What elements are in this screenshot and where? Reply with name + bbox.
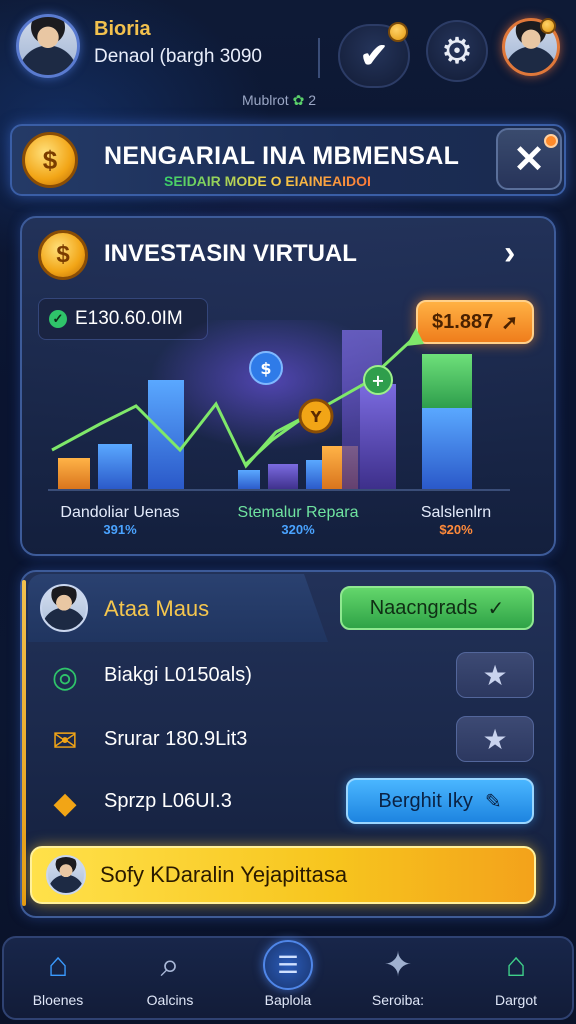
- investment-chart: $ Y +: [48, 320, 510, 491]
- favorite-button-2[interactable]: ★: [456, 716, 534, 762]
- status-line: Mublrot ✿ 2: [242, 92, 316, 109]
- svg-text:$: $: [260, 359, 271, 378]
- gem-icon: ◆: [53, 786, 77, 820]
- svg-text:Y: Y: [310, 408, 323, 426]
- nav-label-profile: Dargot: [494, 992, 538, 1008]
- cta-button[interactable]: Sofy KDaralin Yejapittasa: [30, 846, 536, 904]
- action-button[interactable]: Berghit Iky ✎: [346, 778, 534, 824]
- user-card-name: Ataa Maus: [104, 596, 210, 621]
- friend-badge-icon: [540, 18, 556, 34]
- metric-1: Dandoliar Uenas 391%: [40, 504, 200, 537]
- chart-bar: [268, 464, 298, 490]
- leaf-icon: ✿: [292, 92, 305, 108]
- user-name: Bioria: [94, 18, 151, 40]
- settings-button[interactable]: ⚙: [426, 20, 488, 82]
- card-accent-bar: [22, 580, 26, 906]
- chart-bar: [58, 458, 90, 490]
- star-icon: ★: [482, 723, 508, 755]
- chart-bar: [98, 444, 132, 490]
- list-icon: ☰: [263, 940, 313, 990]
- trend-arrowhead: [406, 328, 424, 346]
- nav-item-list[interactable]: ☰ Baplola: [240, 940, 336, 1008]
- metric-3-value: $20%: [439, 522, 473, 537]
- banner-subtitle: SEIDAIR MODE O EIAINEAIDOI: [164, 173, 371, 189]
- metric-2: Stemalur Repara 320%: [212, 504, 384, 537]
- profile-icon: ⌂: [505, 945, 527, 984]
- metric-1-value: 391%: [103, 522, 137, 537]
- dollar-coin-icon: $: [38, 230, 88, 280]
- cta-avatar: [46, 855, 86, 895]
- nav-label-tickets: Seroiba:: [371, 992, 425, 1008]
- metric-3: Salslenlrn $20%: [394, 504, 518, 537]
- checkmark-icon: ✓: [487, 597, 505, 620]
- chevron-right-icon[interactable]: ›: [504, 234, 515, 273]
- metric-3-label: Salslenlrn: [420, 504, 492, 521]
- envelope-icon: ✉: [52, 724, 78, 758]
- coin-icon: $: [22, 132, 78, 188]
- user-avatar[interactable]: [40, 584, 88, 632]
- upgrade-button[interactable]: Naacngrads ✓: [340, 586, 534, 630]
- metric-2-value: 320%: [281, 522, 315, 537]
- close-icon: ✕: [513, 138, 545, 181]
- chart-bar: [422, 354, 472, 408]
- investment-title: INVESTASIN VIRTUAL: [104, 240, 357, 267]
- notification-badge-icon: [388, 22, 408, 42]
- profile-avatar[interactable]: [16, 14, 80, 78]
- list-icon-wrap: ☰: [263, 940, 313, 990]
- action-label: Berghit Iky: [378, 789, 473, 812]
- nav-label-home: Bloenes: [32, 992, 84, 1008]
- search-icon: ⌕: [160, 945, 180, 984]
- target-icon: ◎: [51, 660, 79, 694]
- status-text: Mublrot: [242, 92, 289, 108]
- favorite-button-1[interactable]: ★: [456, 652, 534, 698]
- user-balance: Denaol (bargh 3090: [94, 46, 262, 67]
- chart-bar: [422, 408, 472, 490]
- metric-2-label: Stemalur Repara: [237, 504, 359, 521]
- header-divider: [318, 38, 320, 78]
- svg-text:+: +: [371, 371, 384, 390]
- nav-label-search: Oalcins: [146, 992, 194, 1008]
- pen-icon: ✎: [484, 790, 502, 813]
- home-icon: ⌂: [47, 945, 69, 984]
- banner-title: NENGARIAL INA MBMENSAL: [104, 142, 460, 170]
- nav-item-home[interactable]: ⌂ Bloenes: [10, 942, 106, 1009]
- row-2-text: Srurar 180.9Lit3: [104, 728, 248, 750]
- upgrade-label: Naacngrads: [369, 596, 478, 619]
- ticket-icon: ✦: [383, 946, 413, 984]
- row-1-text: Biakgi L0150als): [104, 664, 252, 686]
- cta-label: Sofy KDaralin Yejapittasa: [100, 862, 348, 887]
- nav-label-list: Baplola: [264, 992, 312, 1008]
- check-icon: ✔: [359, 37, 389, 75]
- chart-bar: [360, 384, 396, 490]
- status-value: 2: [308, 92, 316, 108]
- metric-1-label: Dandoliar Uenas: [60, 504, 180, 521]
- nav-item-tickets[interactable]: ✦ Seroiba:: [350, 942, 446, 1008]
- nav-item-search[interactable]: ⌕ Oalcins: [122, 942, 218, 1009]
- chart-bar: [238, 470, 260, 490]
- star-icon: ★: [482, 659, 508, 691]
- nav-item-profile[interactable]: ⌂ Dargot: [468, 942, 564, 1009]
- close-badge-icon: [544, 134, 558, 148]
- gear-icon: ⚙: [440, 30, 474, 71]
- row-3-text: Sprzp L06UI.3: [104, 790, 232, 812]
